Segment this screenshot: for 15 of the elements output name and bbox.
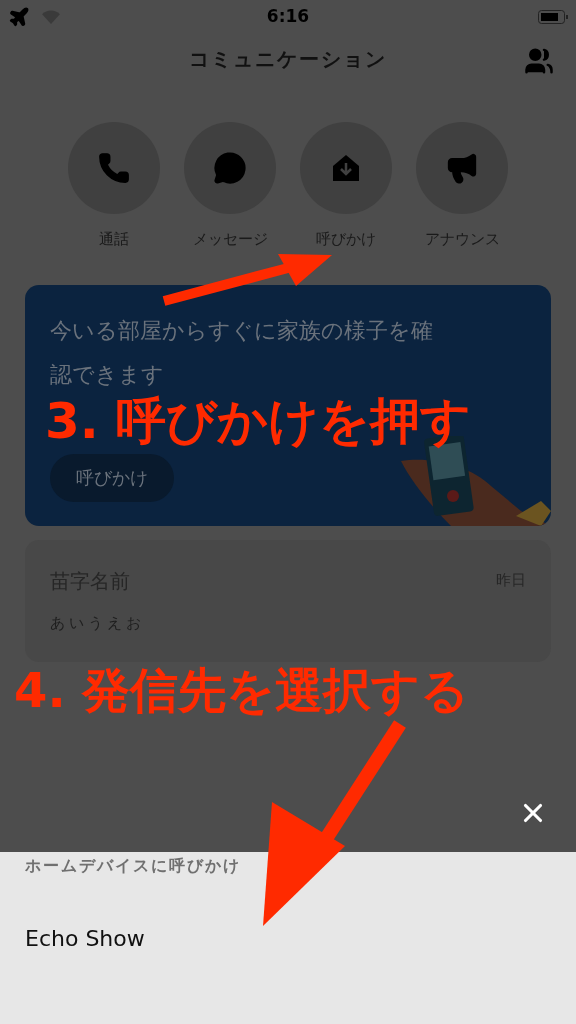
people-icon: [522, 46, 556, 76]
phone-icon: [97, 151, 131, 185]
status-time: 6:16: [266, 5, 310, 29]
contacts-button[interactable]: [522, 46, 556, 76]
megaphone-icon: [445, 151, 479, 185]
house-arrow-icon: [330, 152, 362, 184]
screen-title: コミュニケーション: [189, 46, 387, 73]
airplane-icon: [8, 6, 30, 28]
speech-bubble-icon: [213, 151, 247, 185]
device-option[interactable]: Echo Show: [25, 922, 551, 955]
drop-in-button[interactable]: 呼びかけ: [50, 453, 174, 502]
battery-icon: [538, 10, 568, 24]
annotation-text: 3. 呼びかけを押す: [45, 396, 472, 446]
sheet-title: ホームデバイスに呼びかけ: [25, 855, 242, 877]
banner-text: 今いる部屋からすぐに家族の様子を確認できます: [50, 316, 434, 389]
